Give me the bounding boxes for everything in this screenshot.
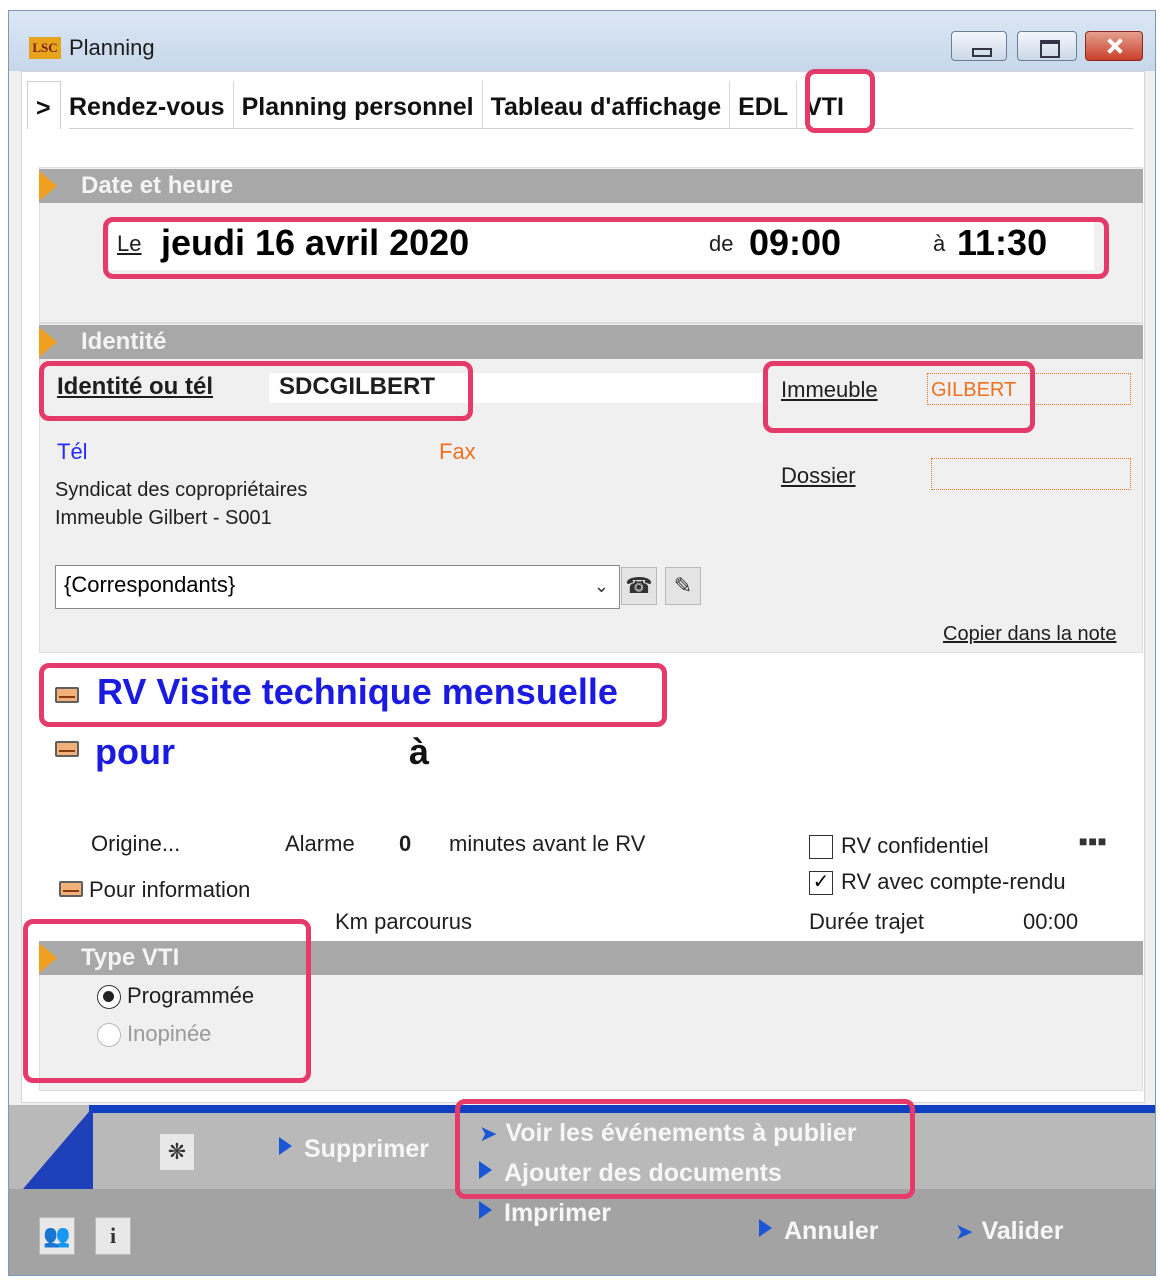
start-de-label: de [709,231,734,256]
origine-link[interactable]: Origine... [91,831,180,857]
minutes-label: minutes avant le RV [449,831,646,856]
type-section-title: Type VTI [81,944,180,971]
km-label: Km parcourus [335,909,472,934]
tel-label: Tél [57,439,88,464]
more-options-icon[interactable]: ■■■ [1079,833,1107,849]
title-bar: LSC Planning [9,11,1155,71]
tab-rendez-vous[interactable]: Rendez-vous [61,81,234,129]
minimize-button[interactable] [951,31,1007,61]
notes-field[interactable] [49,785,1125,811]
identity-section-title: Identité [81,328,167,355]
inopinee-label: Inopinée [127,1021,212,1046]
ajouter-documents-label: Ajouter des documents [504,1159,782,1187]
tabs-divider [69,128,1133,129]
end-a-label: à [933,231,946,256]
tab-bar: > Rendez-vous Planning personnel Tableau… [27,81,852,129]
maximize-button[interactable] [1017,31,1077,61]
action-bar-accent [89,1105,1155,1113]
supprimer-label: Supprimer [304,1135,430,1163]
identity-section-header: Identité [39,325,1143,359]
duree-value: 00:00 [1023,909,1079,934]
section-arrow-icon [39,327,57,357]
tab-expand[interactable]: > [27,81,61,129]
tab-planning-personnel[interactable]: Planning personnel [234,81,483,129]
close-button[interactable] [1085,31,1143,61]
programmee-label: Programmée [127,983,255,1008]
section-arrow-icon [39,171,57,201]
compte-rendu-label: RV avec compte-rendu [841,869,1066,894]
immeuble-label[interactable]: Immeuble [781,377,878,403]
address-line-2: Immeuble Gilbert - S001 [55,507,272,529]
immeuble-value: GILBERT [931,379,1017,401]
imprimer-label: Imprimer [504,1199,611,1227]
tab-tableau-affichage[interactable]: Tableau d'affichage [483,81,731,129]
pour-a-label: à [409,731,430,772]
pour-label: pour [95,731,175,772]
brain-icon[interactable]: ❋ [159,1133,195,1171]
tab-edl[interactable]: EDL [730,81,798,129]
annuler-label: Annuler [784,1217,879,1245]
chevron-down-icon: ⌄ [593,576,609,596]
voir-evenements-button[interactable]: ➤ Voir les événements à publier [479,1119,857,1148]
voir-evenements-label: Voir les événements à publier [505,1119,857,1147]
compte-rendu-checkbox[interactable]: ✓ [809,871,833,895]
info-icon[interactable]: i [95,1217,131,1255]
duree-label: Durée trajet [809,909,924,934]
date-value[interactable]: jeudi 16 avril 2020 [161,222,469,264]
pour-field[interactable] [457,727,1125,773]
confidentiel-checkbox[interactable] [809,835,833,859]
mail-icon[interactable] [55,687,79,703]
app-logo: LSC [29,37,61,59]
correspondants-value: {Correspondants} [64,572,236,597]
pencil-icon[interactable]: ✎ [665,567,701,605]
valider-button[interactable]: ➤ Valider [955,1217,1063,1246]
window-title: Planning [69,35,155,60]
mail-icon[interactable] [59,881,83,897]
km-field[interactable] [549,905,629,937]
programmee-radio[interactable] [97,985,121,1009]
tab-vti[interactable]: VTI [797,81,852,129]
confidentiel-label: RV confidentiel [841,833,989,858]
pour-information-label[interactable]: Pour information [89,877,250,903]
rv-title[interactable]: RV Visite technique mensuelle [97,671,618,713]
dossier-field[interactable] [931,458,1131,490]
ajouter-documents-button[interactable]: Ajouter des documents [479,1159,782,1188]
date-section-title: Date et heure [81,172,234,199]
identity-value[interactable]: SDCGILBERT [279,373,435,401]
end-time-value[interactable]: 11:30 [957,222,1047,264]
type-section-header: Type VTI [39,941,1143,975]
planning-window: LSC Planning > Rendez-vous Planning pers… [8,10,1156,1276]
alarme-value: 0 [399,831,412,856]
phone-book-icon[interactable]: ☎ [621,567,657,605]
correspondants-select[interactable]: {Correspondants} ⌄ [55,565,620,609]
inopinee-radio[interactable] [97,1023,121,1047]
identity-label[interactable]: Identité ou tél [57,373,213,401]
date-section-header: Date et heure [39,169,1143,203]
collapse-arrow-icon[interactable] [23,1107,93,1189]
users-icon[interactable]: 👥 [39,1217,75,1255]
date-le-label: Le [117,231,142,256]
mail-icon[interactable] [55,741,79,757]
fax-label: Fax [439,439,476,464]
start-time-value[interactable]: 09:00 [749,222,841,264]
section-arrow-icon [39,943,57,973]
copy-to-note-link[interactable]: Copier dans la note [943,623,1116,646]
supprimer-button[interactable]: Supprimer [279,1135,429,1164]
imprimer-button[interactable]: Imprimer [479,1199,611,1228]
annuler-button[interactable]: Annuler [759,1217,878,1246]
dossier-label[interactable]: Dossier [781,463,856,489]
alarme-label: Alarme [285,831,355,856]
valider-label: Valider [981,1217,1064,1245]
address-line-1: Syndicat des copropriétaires [55,479,308,501]
